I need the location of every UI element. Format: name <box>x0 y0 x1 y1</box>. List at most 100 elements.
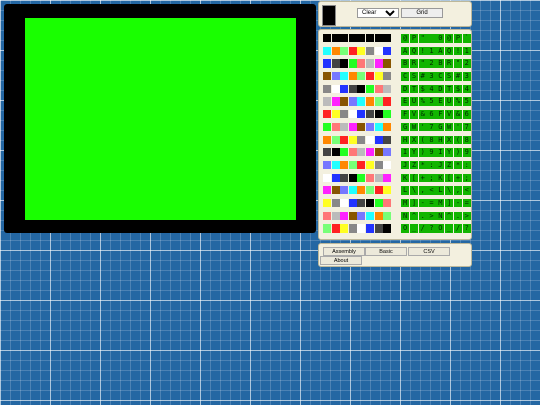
character-cell[interactable]: 7 <box>462 122 471 132</box>
current-color-swatch[interactable] <box>322 5 336 26</box>
character-cell[interactable]: F <box>401 110 410 119</box>
color-swatch[interactable] <box>383 148 392 157</box>
character-cell[interactable]: 2 <box>427 59 436 68</box>
color-swatch[interactable] <box>357 211 366 220</box>
character-cell[interactable]: G <box>436 122 445 132</box>
color-swatch[interactable] <box>323 224 331 233</box>
character-cell[interactable]: _ <box>409 224 419 233</box>
character-cell[interactable]: $ <box>418 84 427 94</box>
character-cell[interactable]: ! <box>418 46 427 56</box>
color-swatch[interactable] <box>340 72 349 81</box>
character-cell[interactable]: K <box>436 173 445 183</box>
color-swatch[interactable] <box>331 34 340 43</box>
color-swatch[interactable] <box>323 34 331 43</box>
character-cell[interactable]: % <box>453 97 463 106</box>
color-swatch[interactable] <box>357 186 366 195</box>
color-swatch[interactable] <box>383 110 392 119</box>
color-swatch[interactable] <box>357 224 366 233</box>
character-cell[interactable]: _ <box>444 224 454 233</box>
character-cell[interactable]: J <box>436 160 445 170</box>
color-swatch[interactable] <box>340 148 349 157</box>
color-swatch[interactable] <box>383 211 392 220</box>
character-cell[interactable]: ] <box>409 198 419 208</box>
character-cell[interactable]: = <box>427 198 436 208</box>
character-cell[interactable]: F <box>436 110 445 119</box>
color-swatch[interactable] <box>340 110 349 119</box>
color-swatch[interactable] <box>374 198 383 208</box>
character-cell[interactable]: Q <box>409 46 419 56</box>
character-cell[interactable]: + <box>453 173 463 183</box>
color-swatch[interactable] <box>365 173 374 182</box>
character-cell[interactable]: \ <box>444 186 454 195</box>
character-cell[interactable]: 2 <box>462 59 471 68</box>
character-cell[interactable]: G <box>401 122 410 132</box>
character-cell[interactable]: ' <box>453 122 463 132</box>
color-swatch[interactable] <box>348 122 357 131</box>
color-swatch[interactable] <box>340 198 349 208</box>
character-cell[interactable]: D <box>436 84 445 94</box>
color-swatch[interactable] <box>340 135 349 144</box>
color-swatch[interactable] <box>374 173 383 182</box>
color-swatch[interactable] <box>365 198 374 208</box>
color-swatch[interactable] <box>331 122 340 131</box>
character-cell[interactable]: ( <box>418 135 427 144</box>
character-cell[interactable]: 3 <box>462 72 471 81</box>
character-cell[interactable]: ; <box>427 173 436 183</box>
color-swatch[interactable] <box>348 224 357 233</box>
character-cell[interactable]: O <box>401 224 410 233</box>
color-swatch[interactable] <box>383 97 392 106</box>
character-cell[interactable]: R <box>444 59 454 68</box>
character-cell[interactable]: < <box>427 186 436 195</box>
character-cell[interactable]: N <box>401 211 410 221</box>
character-cell[interactable]: - <box>418 198 427 208</box>
character-cell[interactable]: " <box>418 34 427 43</box>
color-swatch[interactable] <box>374 135 383 144</box>
character-cell[interactable]: J <box>401 160 410 170</box>
color-swatch[interactable] <box>383 224 392 233</box>
character-cell[interactable]: W <box>444 122 454 132</box>
color-swatch[interactable] <box>323 46 331 55</box>
character-cell[interactable]: 9 <box>462 148 471 157</box>
color-swatch[interactable] <box>357 59 366 68</box>
character-cell[interactable]: " <box>453 59 463 68</box>
color-swatch[interactable] <box>383 72 392 81</box>
character-cell[interactable]: Y <box>444 148 454 157</box>
color-swatch[interactable] <box>383 122 392 131</box>
color-swatch[interactable] <box>365 135 374 144</box>
color-swatch[interactable] <box>357 34 366 43</box>
character-cell[interactable]: K <box>401 173 410 183</box>
character-cell[interactable]: , <box>418 186 427 195</box>
character-cell[interactable]: 4 <box>427 84 436 94</box>
character-cell[interactable]: O <box>436 224 445 233</box>
character-cell[interactable]: 5 <box>427 97 436 106</box>
character-cell[interactable]: 4 <box>462 84 471 94</box>
color-swatch[interactable] <box>331 224 340 233</box>
character-cell[interactable]: I <box>401 148 410 157</box>
csv-button[interactable]: CSV <box>408 247 450 256</box>
character-cell[interactable]: \ <box>409 186 419 195</box>
color-swatch[interactable] <box>323 122 331 131</box>
character-cell[interactable]: " <box>418 59 427 68</box>
color-swatch[interactable] <box>323 160 331 170</box>
character-cell[interactable]: + <box>418 173 427 183</box>
character-cell[interactable]: . <box>453 211 463 221</box>
color-swatch[interactable] <box>340 211 349 220</box>
color-swatch[interactable] <box>357 135 366 144</box>
character-cell[interactable]: = <box>462 198 471 208</box>
color-swatch[interactable] <box>383 186 392 195</box>
character-cell[interactable]: / <box>453 224 463 233</box>
color-swatch[interactable] <box>365 186 374 195</box>
color-swatch[interactable] <box>365 84 374 93</box>
color-swatch[interactable] <box>340 160 349 170</box>
color-swatch[interactable] <box>365 211 374 220</box>
color-swatch[interactable] <box>348 186 357 195</box>
character-cell[interactable]: > <box>462 211 471 221</box>
character-cell[interactable]: ) <box>453 148 463 157</box>
basic-button[interactable]: Basic <box>365 247 407 256</box>
character-cell[interactable]: 9 <box>427 148 436 157</box>
character-cell[interactable]: # <box>453 72 463 81</box>
character-cell[interactable]: Y <box>409 148 419 157</box>
character-cell[interactable]: R <box>409 59 419 68</box>
character-cell[interactable]: X <box>444 135 454 144</box>
color-swatch[interactable] <box>357 173 366 182</box>
